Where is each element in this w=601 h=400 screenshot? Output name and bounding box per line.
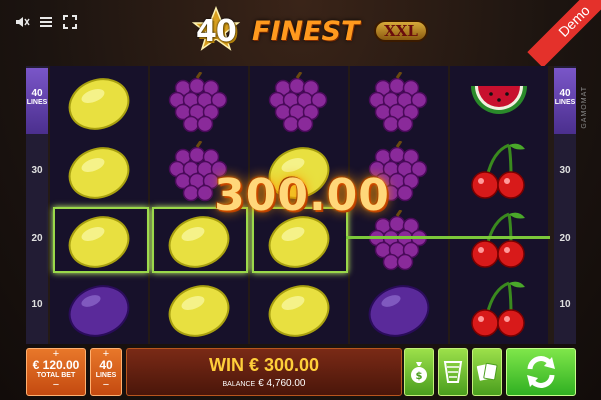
plum-icon xyxy=(368,284,430,337)
grapes-symbol xyxy=(350,68,448,137)
balance-label: BALANCE xyxy=(222,381,256,388)
total-bet-value: € 120.00 xyxy=(32,358,80,372)
lines-badge-right: 40 LINES xyxy=(554,68,576,134)
winning-payline xyxy=(346,236,550,239)
grapes-symbol xyxy=(250,68,348,137)
grapes-symbol xyxy=(150,68,248,137)
lines-control[interactable]: + 40 LINES − xyxy=(90,348,122,396)
lemon-symbol xyxy=(150,275,248,344)
demo-label: Demo xyxy=(555,2,593,40)
grapes-icon xyxy=(168,71,228,132)
lemon-icon xyxy=(268,284,330,337)
money-bag-button[interactable]: $ xyxy=(404,348,434,396)
top-icons xyxy=(14,14,78,34)
balance: BALANCE € 4,760.00 xyxy=(127,378,401,389)
lines-value: 40 xyxy=(99,358,113,372)
lemon-symbol xyxy=(50,68,148,137)
cherries-symbol xyxy=(450,275,548,344)
decrease-lines-icon[interactable]: − xyxy=(91,380,121,391)
plum-symbol xyxy=(50,275,148,344)
lemon-symbol xyxy=(250,275,348,344)
payline-marker: 20 xyxy=(31,233,43,244)
bottom-bar: + € 120.00 TOTAL BET − + 40 LINES − WIN … xyxy=(26,346,576,400)
payline-marker: 30 xyxy=(559,165,571,176)
plum-icon xyxy=(68,284,130,337)
money-bag-icon: $ xyxy=(411,362,427,383)
menu-icon[interactable] xyxy=(38,14,54,34)
payline-marker: 10 xyxy=(31,299,43,310)
lemon-symbol xyxy=(50,137,148,206)
cherries-symbol xyxy=(450,137,548,206)
cherries-icon xyxy=(471,281,525,337)
total-bet-control[interactable]: + € 120.00 TOTAL BET − xyxy=(26,348,86,396)
lemon-icon xyxy=(68,146,130,199)
lines-badge-value: 40 xyxy=(559,88,571,99)
grapes-icon xyxy=(368,71,428,132)
win-text: WIN € 300.00 xyxy=(208,355,320,375)
top-bar: 40 FINEST XXL Demo xyxy=(0,0,601,68)
lemon-icon xyxy=(168,284,230,337)
logo-badge: XXL xyxy=(374,20,428,42)
cards-icon xyxy=(476,362,498,381)
gamble-cards-button[interactable] xyxy=(472,348,502,396)
watermelon-icon xyxy=(471,85,527,114)
logo-badge-text: XXL xyxy=(384,22,418,40)
plum-symbol xyxy=(350,275,448,344)
gamble-ladder-button[interactable] xyxy=(438,348,468,396)
win-amount-display: 300.00 xyxy=(214,170,390,221)
logo-number: 40 xyxy=(196,14,237,49)
logo-word: FINEST xyxy=(252,16,360,47)
game-logo: 40 FINEST XXL xyxy=(188,5,428,54)
grapes-icon xyxy=(268,71,328,132)
lines-badge-label: LINES xyxy=(26,99,48,106)
reel xyxy=(450,66,548,344)
lemon-icon xyxy=(68,77,130,130)
demo-ribbon: Demo xyxy=(527,0,601,68)
vendor-text: GAMOMAT xyxy=(581,86,588,129)
payline-column-right: 40 LINES 30 20 10 xyxy=(554,66,576,344)
reel xyxy=(50,66,148,344)
decrease-bet-icon[interactable]: − xyxy=(27,380,85,391)
sound-icon[interactable] xyxy=(14,14,30,34)
payline-column-left: 40 LINES 30 20 10 xyxy=(26,66,48,344)
svg-text:$: $ xyxy=(416,371,423,382)
ladder-icon xyxy=(443,361,463,383)
payline-marker: 10 xyxy=(559,299,571,310)
payline-marker: 20 xyxy=(559,233,571,244)
cherries-icon xyxy=(471,143,525,199)
cherries-icon xyxy=(471,212,525,268)
payline-marker: 30 xyxy=(31,165,43,176)
lines-badge-value: 40 xyxy=(31,88,43,99)
spin-button[interactable] xyxy=(506,348,576,396)
cherries-symbol xyxy=(450,206,548,275)
lines-badge-label: LINES xyxy=(554,99,576,106)
win-panel: WIN € 300.00 BALANCE € 4,760.00 xyxy=(126,348,402,396)
watermelon-symbol xyxy=(450,68,548,137)
fullscreen-icon[interactable] xyxy=(62,14,78,34)
lines-badge-left: 40 LINES xyxy=(26,68,48,134)
balance-value: € 4,760.00 xyxy=(258,378,306,389)
win-highlight-box xyxy=(53,207,149,273)
autospin-icon xyxy=(527,356,555,388)
